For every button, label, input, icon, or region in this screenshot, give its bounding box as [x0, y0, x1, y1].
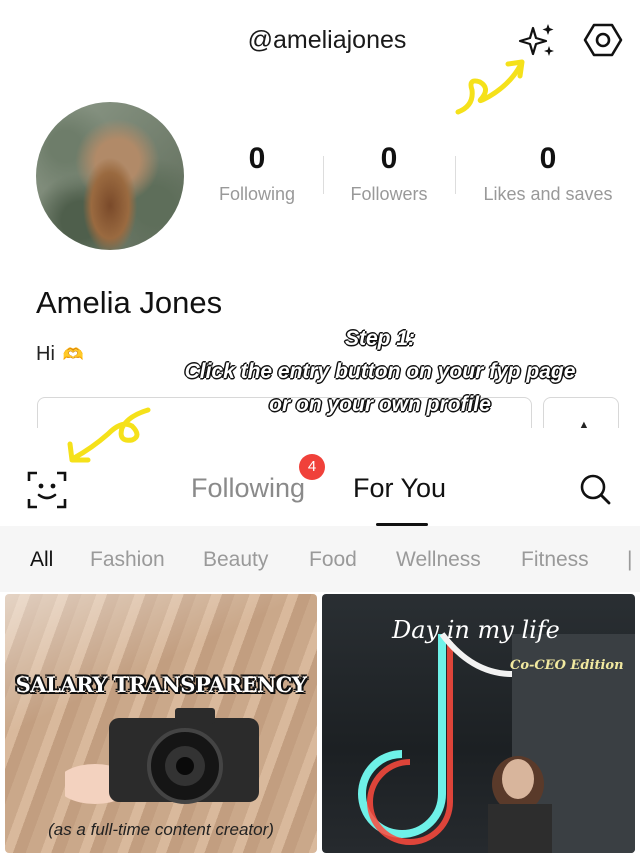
search-icon[interactable] — [578, 472, 612, 506]
camera-image — [65, 708, 259, 804]
category-bar: All Fashion Beauty Food Wellness Fitness… — [0, 526, 640, 592]
category-beauty[interactable]: Beauty — [203, 548, 268, 572]
card-caption: (as a full-time content creator) — [48, 820, 274, 839]
tab-following[interactable]: Following — [191, 473, 305, 504]
sparkle-icon[interactable] — [516, 22, 556, 60]
post-card-salary[interactable]: SALARY TRANSPARENCY (as a full-time cont… — [5, 594, 317, 853]
stat-following[interactable]: 0 Following — [182, 142, 332, 205]
category-fitness[interactable]: Fitness — [521, 548, 589, 572]
category-fashion[interactable]: Fashion — [90, 548, 165, 572]
stat-likes-label: Likes and saves — [483, 184, 613, 204]
step-instruction-line-1: Click the entry button on your fyp page — [184, 360, 576, 383]
card-headline: SALARY TRANSPARENCY — [15, 672, 307, 697]
step-title: Step 1: — [344, 327, 415, 350]
fyp-section: Following 4 For You All Fashion Beauty F… — [0, 428, 640, 853]
category-all[interactable]: All — [30, 548, 53, 572]
following-badge: 4 — [299, 454, 325, 480]
category-wellness[interactable]: Wellness — [396, 548, 481, 572]
card-headline: Day in my life — [392, 616, 560, 644]
card-subheadline: Co-CEO Edition — [510, 658, 624, 673]
settings-icon[interactable] — [583, 20, 623, 60]
stat-following-value: 0 — [248, 142, 266, 175]
arrow-to-sparkle-icon — [455, 59, 525, 115]
avatar[interactable] — [36, 102, 184, 250]
post-card-day-in-life[interactable]: Day in my life Co-CEO Edition — [322, 594, 635, 853]
tab-for-you[interactable]: For You — [353, 473, 446, 504]
stat-following-label: Following — [218, 184, 296, 204]
stat-followers-value: 0 — [380, 142, 398, 175]
stat-followers[interactable]: 0 Followers — [314, 142, 464, 205]
face-scan-icon[interactable] — [26, 469, 68, 511]
stat-likes[interactable]: 0 Likes and saves — [466, 142, 630, 205]
arrow-to-face-scan-icon — [67, 407, 151, 463]
stat-followers-label: Followers — [350, 184, 428, 204]
category-overflow[interactable]: | — [627, 548, 632, 572]
stat-divider — [455, 156, 456, 194]
stat-likes-value: 0 — [539, 142, 557, 175]
category-food[interactable]: Food — [309, 548, 357, 572]
profile-name: Amelia Jones — [36, 285, 223, 320]
